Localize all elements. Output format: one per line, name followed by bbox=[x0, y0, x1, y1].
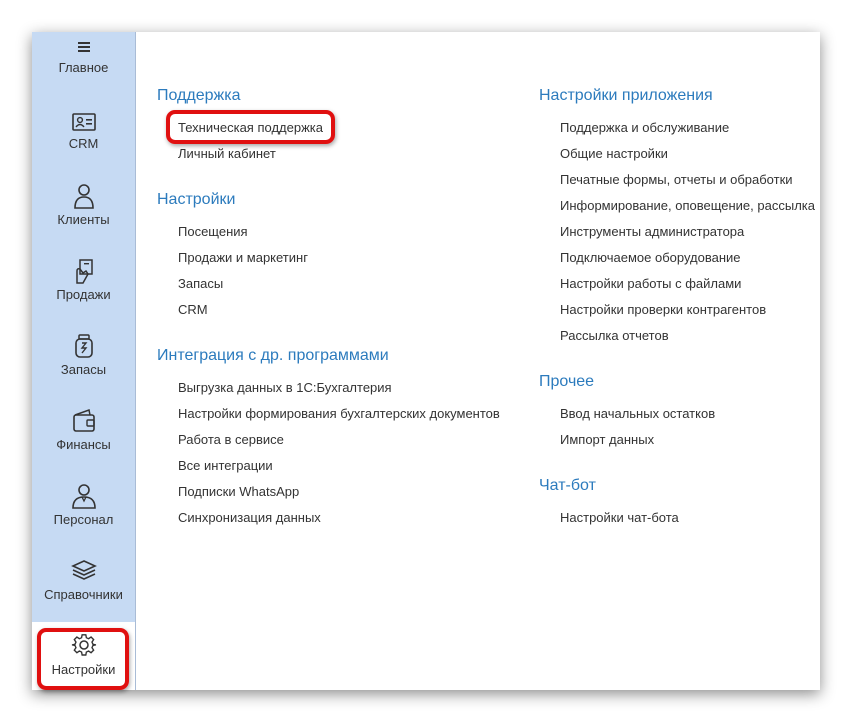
sidebar-item-label: CRM bbox=[68, 136, 99, 151]
gear-icon bbox=[71, 634, 96, 656]
sidebar-item-main[interactable]: Главное bbox=[32, 32, 135, 107]
sidebar-item-label: Клиенты bbox=[57, 212, 110, 227]
link-support-maintenance[interactable]: Поддержка и обслуживание bbox=[560, 120, 729, 135]
link-admin-tools[interactable]: Инструменты администратора bbox=[560, 224, 744, 239]
link-notifications[interactable]: Информирование, оповещение, рассылка bbox=[560, 198, 815, 213]
section-title-integration: Интеграция с др. программами bbox=[157, 347, 389, 364]
hamburger-icon bbox=[77, 42, 90, 52]
sidebar-item-crm[interactable]: CRM bbox=[32, 107, 135, 182]
sidebar-item-personnel[interactable]: Персонал bbox=[32, 482, 135, 557]
link-equipment[interactable]: Подключаемое оборудование bbox=[560, 250, 741, 265]
sidebar-item-settings[interactable]: Настройки bbox=[32, 622, 135, 690]
section-title-support: Поддержка bbox=[157, 87, 241, 104]
link-accounting-docs[interactable]: Настройки формирования бухгалтерских док… bbox=[178, 406, 500, 421]
employee-icon bbox=[71, 484, 96, 509]
person-icon bbox=[73, 184, 94, 209]
link-whatsapp-subscriptions[interactable]: Подписки WhatsApp bbox=[178, 484, 299, 499]
link-initial-balances[interactable]: Ввод начальных остатков bbox=[560, 406, 715, 421]
link-all-integrations[interactable]: Все интеграции bbox=[178, 458, 273, 473]
link-data-import[interactable]: Импорт данных bbox=[560, 432, 654, 447]
link-stock[interactable]: Запасы bbox=[178, 276, 223, 291]
link-data-sync[interactable]: Синхронизация данных bbox=[178, 510, 321, 525]
link-general-settings[interactable]: Общие настройки bbox=[560, 146, 668, 161]
sidebar-item-label: Запасы bbox=[60, 362, 107, 377]
sidebar-item-sales[interactable]: Продажи bbox=[32, 257, 135, 332]
link-tech-support[interactable]: Техническая поддержка bbox=[178, 120, 323, 135]
link-visits[interactable]: Посещения bbox=[178, 224, 248, 239]
link-file-settings[interactable]: Настройки работы с файлами bbox=[560, 276, 741, 291]
settings-content: Поддержка Техническая поддержка Личный к… bbox=[136, 32, 820, 690]
sidebar-item-label: Настройки bbox=[51, 662, 116, 677]
sidebar-item-references[interactable]: Справочники bbox=[32, 557, 135, 632]
wallet-icon bbox=[72, 409, 95, 432]
sidebar-item-clients[interactable]: Клиенты bbox=[32, 182, 135, 257]
sidebar-item-stock[interactable]: Запасы bbox=[32, 332, 135, 407]
layers-icon bbox=[70, 560, 97, 580]
sidebar-item-finance[interactable]: Финансы bbox=[32, 407, 135, 482]
contact-card-icon bbox=[71, 113, 96, 131]
sidebar-item-label: Главное bbox=[58, 60, 109, 75]
section-title-chatbot: Чат-бот bbox=[539, 477, 596, 494]
hand-money-icon bbox=[75, 259, 93, 284]
link-crm[interactable]: CRM bbox=[178, 302, 208, 317]
sidebar-item-label: Продажи bbox=[56, 287, 111, 302]
link-export-1c[interactable]: Выгрузка данных в 1С:Бухгалтерия bbox=[178, 380, 392, 395]
jar-icon bbox=[74, 334, 93, 358]
link-personal-account[interactable]: Личный кабинет bbox=[178, 146, 276, 161]
section-title-other: Прочее bbox=[539, 373, 595, 390]
sidebar-item-label: Персонал bbox=[53, 512, 114, 527]
sidebar-item-label: Финансы bbox=[56, 437, 111, 452]
section-title-app-settings: Настройки приложения bbox=[539, 87, 713, 104]
link-service-work[interactable]: Работа в сервисе bbox=[178, 432, 284, 447]
link-report-mailing[interactable]: Рассылка отчетов bbox=[560, 328, 669, 343]
app-window: Главное CRM Клиенты Продажи Запасы Финан… bbox=[32, 32, 820, 690]
sidebar-item-label: Справочники bbox=[44, 587, 123, 602]
section-title-settings: Настройки bbox=[157, 191, 236, 208]
sidebar: Главное CRM Клиенты Продажи Запасы Финан… bbox=[32, 32, 136, 690]
link-chatbot-settings[interactable]: Настройки чат-бота bbox=[560, 510, 679, 525]
link-counterparty-check[interactable]: Настройки проверки контрагентов bbox=[560, 302, 766, 317]
link-print-forms[interactable]: Печатные формы, отчеты и обработки bbox=[560, 172, 793, 187]
link-sales-marketing[interactable]: Продажи и маркетинг bbox=[178, 250, 308, 265]
